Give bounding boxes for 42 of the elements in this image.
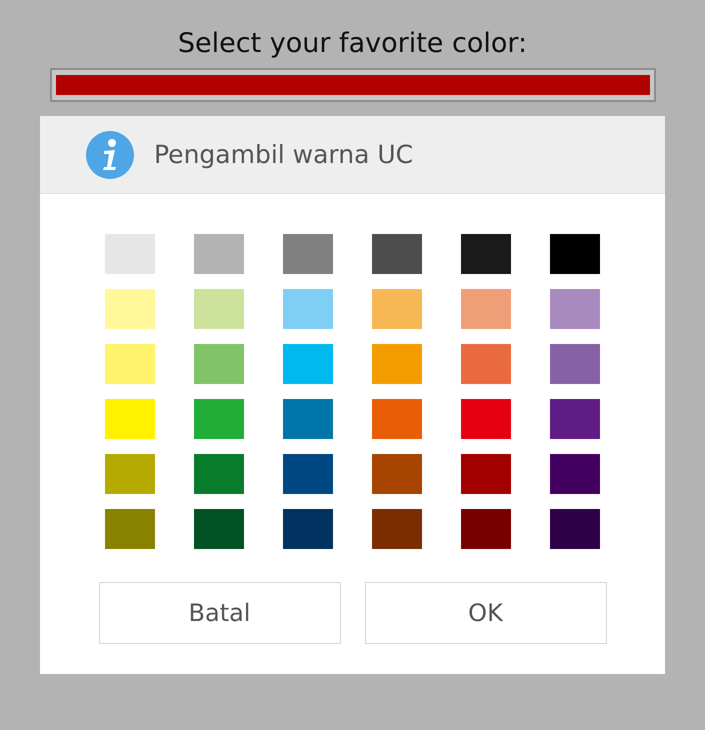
dialog-title: Pengambil warna UC <box>154 140 414 169</box>
color-swatch[interactable] <box>283 289 333 329</box>
color-swatch[interactable] <box>461 234 511 274</box>
color-swatch[interactable] <box>550 509 600 549</box>
color-swatch[interactable] <box>194 509 244 549</box>
color-swatch[interactable] <box>105 454 155 494</box>
color-swatch[interactable] <box>105 234 155 274</box>
color-swatch[interactable] <box>283 234 333 274</box>
color-swatch[interactable] <box>194 399 244 439</box>
color-swatch[interactable] <box>194 289 244 329</box>
color-swatch[interactable] <box>283 509 333 549</box>
color-swatch[interactable] <box>283 344 333 384</box>
color-swatch[interactable] <box>194 234 244 274</box>
color-swatch[interactable] <box>194 454 244 494</box>
color-swatch[interactable] <box>372 454 422 494</box>
color-swatch[interactable] <box>550 289 600 329</box>
info-icon <box>86 130 134 178</box>
color-swatch[interactable] <box>105 399 155 439</box>
color-swatch[interactable] <box>550 454 600 494</box>
color-swatch[interactable] <box>105 344 155 384</box>
ok-button[interactable]: OK <box>364 582 606 644</box>
color-swatch[interactable] <box>372 509 422 549</box>
color-swatch[interactable] <box>372 399 422 439</box>
color-swatch[interactable] <box>194 344 244 384</box>
color-swatch[interactable] <box>105 509 155 549</box>
color-swatch[interactable] <box>372 234 422 274</box>
color-swatch[interactable] <box>461 344 511 384</box>
color-swatch[interactable] <box>550 234 600 274</box>
color-swatch[interactable] <box>550 399 600 439</box>
color-swatch[interactable] <box>105 289 155 329</box>
color-swatch[interactable] <box>461 454 511 494</box>
color-swatch[interactable] <box>283 399 333 439</box>
prompt-text: Select your favorite color: <box>178 27 528 61</box>
color-preview-field[interactable] <box>50 68 656 102</box>
color-swatch[interactable] <box>283 454 333 494</box>
color-swatch[interactable] <box>461 289 511 329</box>
color-swatch[interactable] <box>550 344 600 384</box>
color-swatch[interactable] <box>461 399 511 439</box>
color-swatch[interactable] <box>372 344 422 384</box>
color-swatch[interactable] <box>461 509 511 549</box>
color-swatch[interactable] <box>372 289 422 329</box>
cancel-button[interactable]: Batal <box>98 582 340 644</box>
